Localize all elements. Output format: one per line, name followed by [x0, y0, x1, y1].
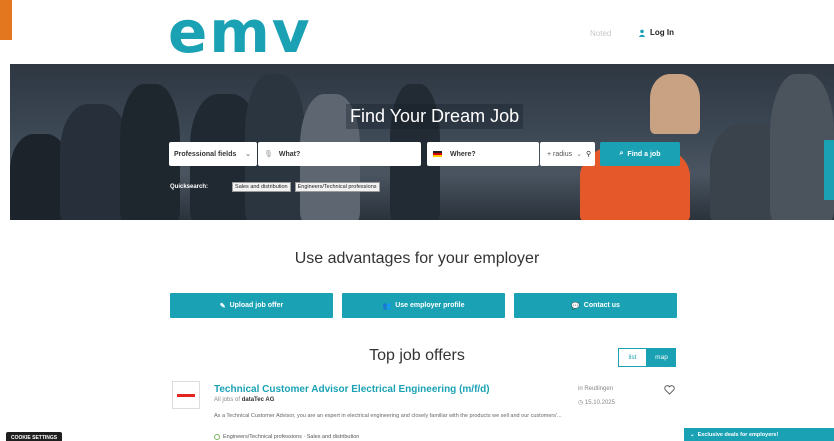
- radius-select[interactable]: + radius ⌄ ⚲: [540, 142, 595, 166]
- noted-link[interactable]: Noted: [590, 29, 611, 38]
- find-job-label: Find a job: [627, 150, 661, 158]
- login-label: Log In: [650, 28, 674, 37]
- job-tags-text: Engineers/Technical professions · Sales …: [223, 434, 360, 440]
- contact-us-label: Contact us: [583, 302, 620, 309]
- clock-icon: ◷: [578, 400, 584, 406]
- employer-profile-label: Use employer profile: [395, 302, 465, 309]
- login-link[interactable]: Log In: [638, 28, 674, 37]
- user-icon: [638, 29, 646, 37]
- category-icon: [214, 434, 220, 440]
- hero-title: Find Your Dream Job: [346, 104, 524, 129]
- hero-banner: Find Your Dream Job Professional fields …: [10, 64, 834, 220]
- datatec-logo-mark: [177, 393, 195, 397]
- job-tags: Engineers/Technical professions · Sales …: [214, 434, 359, 440]
- germany-flag-icon: [433, 151, 442, 157]
- chevron-down-icon: ⌄: [576, 151, 582, 158]
- edit-icon: ✎: [219, 302, 226, 310]
- employer-deals-label: Exclusive deals for employers!: [697, 431, 779, 438]
- chevron-down-icon: ⌄: [245, 151, 251, 158]
- where-input[interactable]: Where?: [427, 142, 539, 166]
- job-location: in Reutlingen: [578, 386, 614, 392]
- chevron-down-icon: ⌄: [690, 431, 695, 438]
- professional-fields-label: Professional fields: [174, 150, 237, 158]
- company-prefix: All jobs of: [214, 397, 241, 403]
- top-job-offers-title: Top job offers: [369, 347, 465, 364]
- view-toggle: list map: [618, 348, 676, 367]
- what-placeholder: What?: [278, 150, 301, 158]
- job-date-text: 15.10.2025: [584, 400, 615, 406]
- chat-icon: 💬: [571, 302, 580, 310]
- employer-deals-bar[interactable]: ⌄ Exclusive deals for employers!: [684, 428, 834, 441]
- logo[interactable]: emv: [168, 2, 312, 62]
- quicksearch-chip[interactable]: Engineers/Technical professions: [294, 182, 380, 192]
- microphone-icon: 🎙: [264, 151, 273, 158]
- job-description: As a Technical Customer Advisor, you are…: [214, 413, 562, 419]
- map-view-button[interactable]: map: [647, 348, 676, 367]
- where-placeholder: Where?: [450, 150, 476, 158]
- quicksearch-label: Quicksearch:: [170, 184, 209, 190]
- list-view-button[interactable]: list: [618, 348, 647, 367]
- side-feedback-tab[interactable]: [824, 140, 834, 200]
- employer-profile-button[interactable]: 👥 Use employer profile: [342, 293, 505, 318]
- job-title-link[interactable]: Technical Customer Advisor Electrical En…: [214, 384, 490, 395]
- heart-icon[interactable]: [664, 385, 675, 395]
- search-icon: ⌕: [619, 150, 624, 157]
- find-job-button[interactable]: ⌕ Find a job: [600, 142, 680, 166]
- quicksearch-chip[interactable]: Sales and distribution: [232, 182, 291, 192]
- location-pin-icon: ⚲: [585, 151, 592, 158]
- job-date: ◷ 15.10.2025: [578, 399, 615, 406]
- quicksearch: Quicksearch: Sales and distribution Engi…: [170, 182, 380, 192]
- company-name: dataTec AG: [241, 397, 275, 403]
- upload-job-offer-label: Upload job offer: [229, 302, 284, 309]
- cookie-settings-button[interactable]: COOKIE SETTINGS: [6, 432, 63, 441]
- top-bar: emv Noted Log In: [0, 0, 834, 64]
- what-input[interactable]: 🎙 What?: [258, 142, 421, 166]
- professional-fields-select[interactable]: Professional fields ⌄: [169, 142, 257, 166]
- job-search-bar: Professional fields ⌄ 🎙 What? Where? + r…: [169, 142, 680, 166]
- advantages-title: Use advantages for your employer: [294, 250, 540, 267]
- upload-job-offer-button[interactable]: ✎ Upload job offer: [170, 293, 333, 318]
- job-company[interactable]: All jobs of dataTec AG: [214, 397, 274, 403]
- hero-person: [650, 74, 700, 134]
- users-icon: 👥: [382, 302, 392, 310]
- contact-us-button[interactable]: 💬 Contact us: [514, 293, 677, 318]
- radius-label: + radius: [547, 150, 573, 158]
- company-logo[interactable]: [172, 381, 200, 409]
